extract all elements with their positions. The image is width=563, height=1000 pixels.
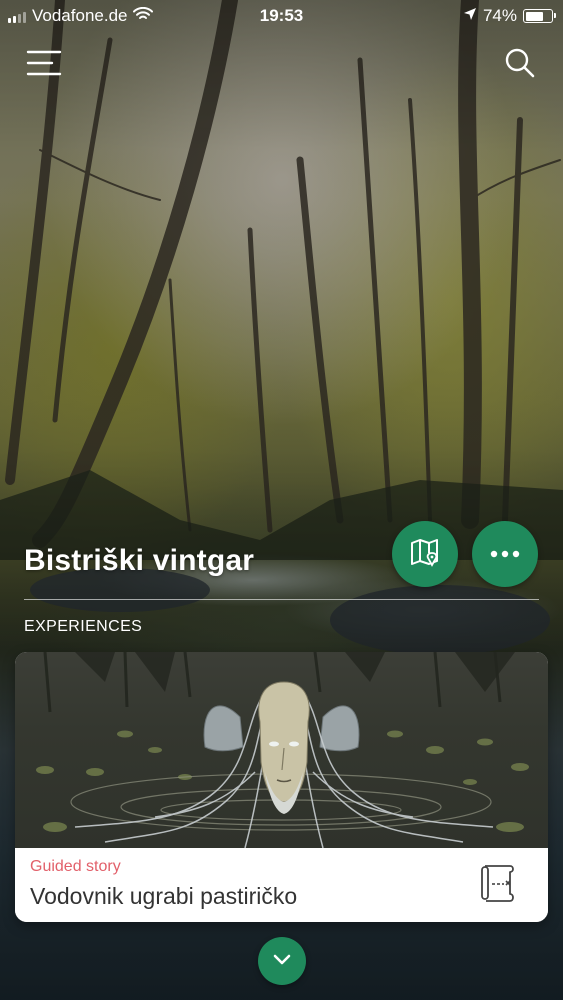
search-icon[interactable] [503,46,537,80]
section-label-experiences: EXPERIENCES [24,618,143,635]
battery-percent: 74% [482,6,517,25]
place-title: Bistriški vintgar [24,544,255,577]
experience-title: Vodovnik ugrabi pastiričko [30,883,298,909]
section-divider [24,599,539,600]
hamburger-menu-icon[interactable] [24,46,64,80]
experience-card[interactable]: Guided story Vodovnik ugrabi pastiričko [15,652,548,922]
battery-level [525,11,544,21]
ellipsis-icon [490,545,520,563]
status-bar: Vodafone.de 19:53 74% [0,0,563,32]
experience-illustration [15,652,548,848]
map-button[interactable] [392,521,458,587]
battery-icon [523,9,556,23]
expand-down-button[interactable] [258,937,306,985]
experience-card-body: Guided story Vodovnik ugrabi pastiričko [15,848,548,922]
location-arrow-icon [463,6,477,26]
scroll-map-icon [476,864,520,904]
app-screen: Vodafone.de 19:53 74% Bistriški vintgar … [0,0,563,1000]
chevron-down-icon [272,952,292,971]
experience-tag: Guided story [30,858,121,875]
more-options-button[interactable] [472,521,538,587]
map-pin-icon [408,535,442,574]
status-right: 74% [463,6,556,26]
